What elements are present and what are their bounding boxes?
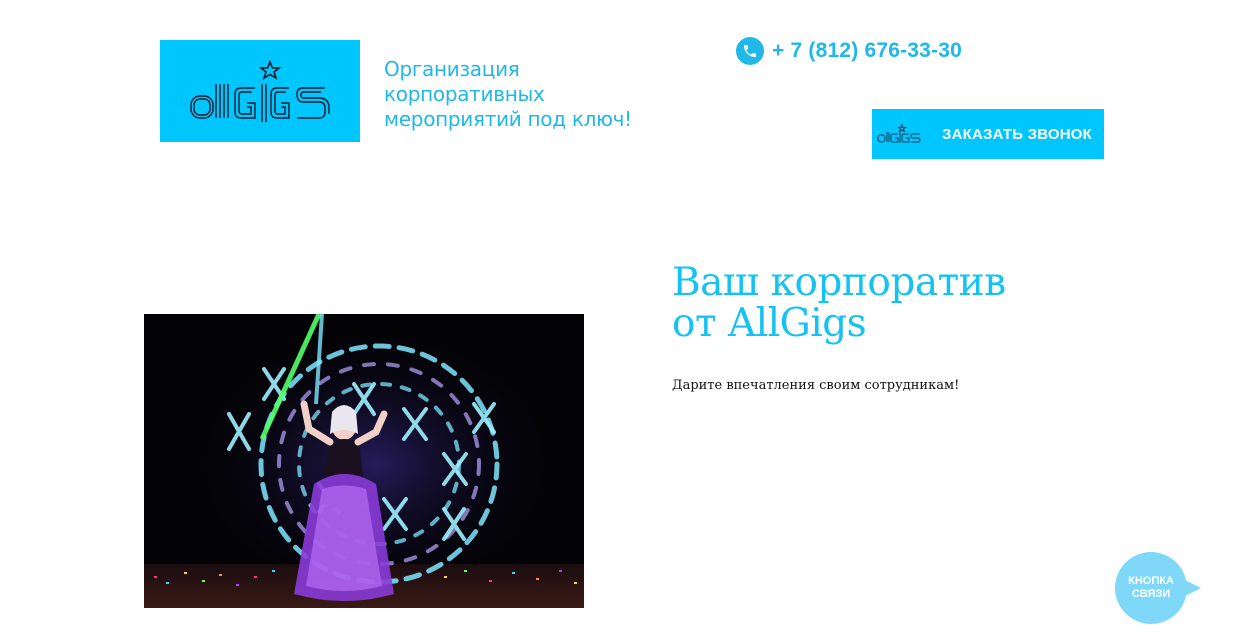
header-phone[interactable]: + 7 (812) 676-33-30	[736, 36, 962, 66]
order-callback-button[interactable]: ЗАКАЗАТЬ ЗВОНОК	[872, 109, 1104, 159]
hero-title: Ваш корпоратив от AllGigs	[672, 262, 1092, 344]
hero-subtitle: Дарите впечатления своим сотрудникам!	[672, 378, 960, 393]
speech-tail-icon	[1183, 579, 1201, 597]
contact-widget-button[interactable]: КНОПКА СВЯЗИ	[1115, 552, 1205, 626]
hero-photo	[144, 314, 584, 608]
contact-widget-line2: СВЯЗИ	[1131, 588, 1171, 600]
contact-widget-line1: КНОПКА	[1128, 575, 1174, 587]
page: Организация корпоративных мероприятий по…	[0, 0, 1253, 644]
hero-title-line1: Ваш корпоратив	[672, 260, 1006, 305]
header-tagline: Организация корпоративных мероприятий по…	[384, 57, 632, 131]
mini-logo-icon	[877, 124, 921, 143]
phone-number[interactable]: + 7 (812) 676-33-30	[772, 39, 962, 63]
callback-button-label: ЗАКАЗАТЬ ЗВОНОК	[942, 125, 1092, 143]
contact-widget-circle[interactable]: КНОПКА СВЯЗИ	[1115, 552, 1187, 624]
hero-title-line2: от AllGigs	[672, 301, 867, 346]
star-icon	[258, 59, 282, 80]
phone-icon	[736, 37, 764, 65]
led-performer-image	[144, 314, 584, 608]
site-logo[interactable]	[160, 40, 360, 142]
logo-graphic	[190, 59, 330, 122]
